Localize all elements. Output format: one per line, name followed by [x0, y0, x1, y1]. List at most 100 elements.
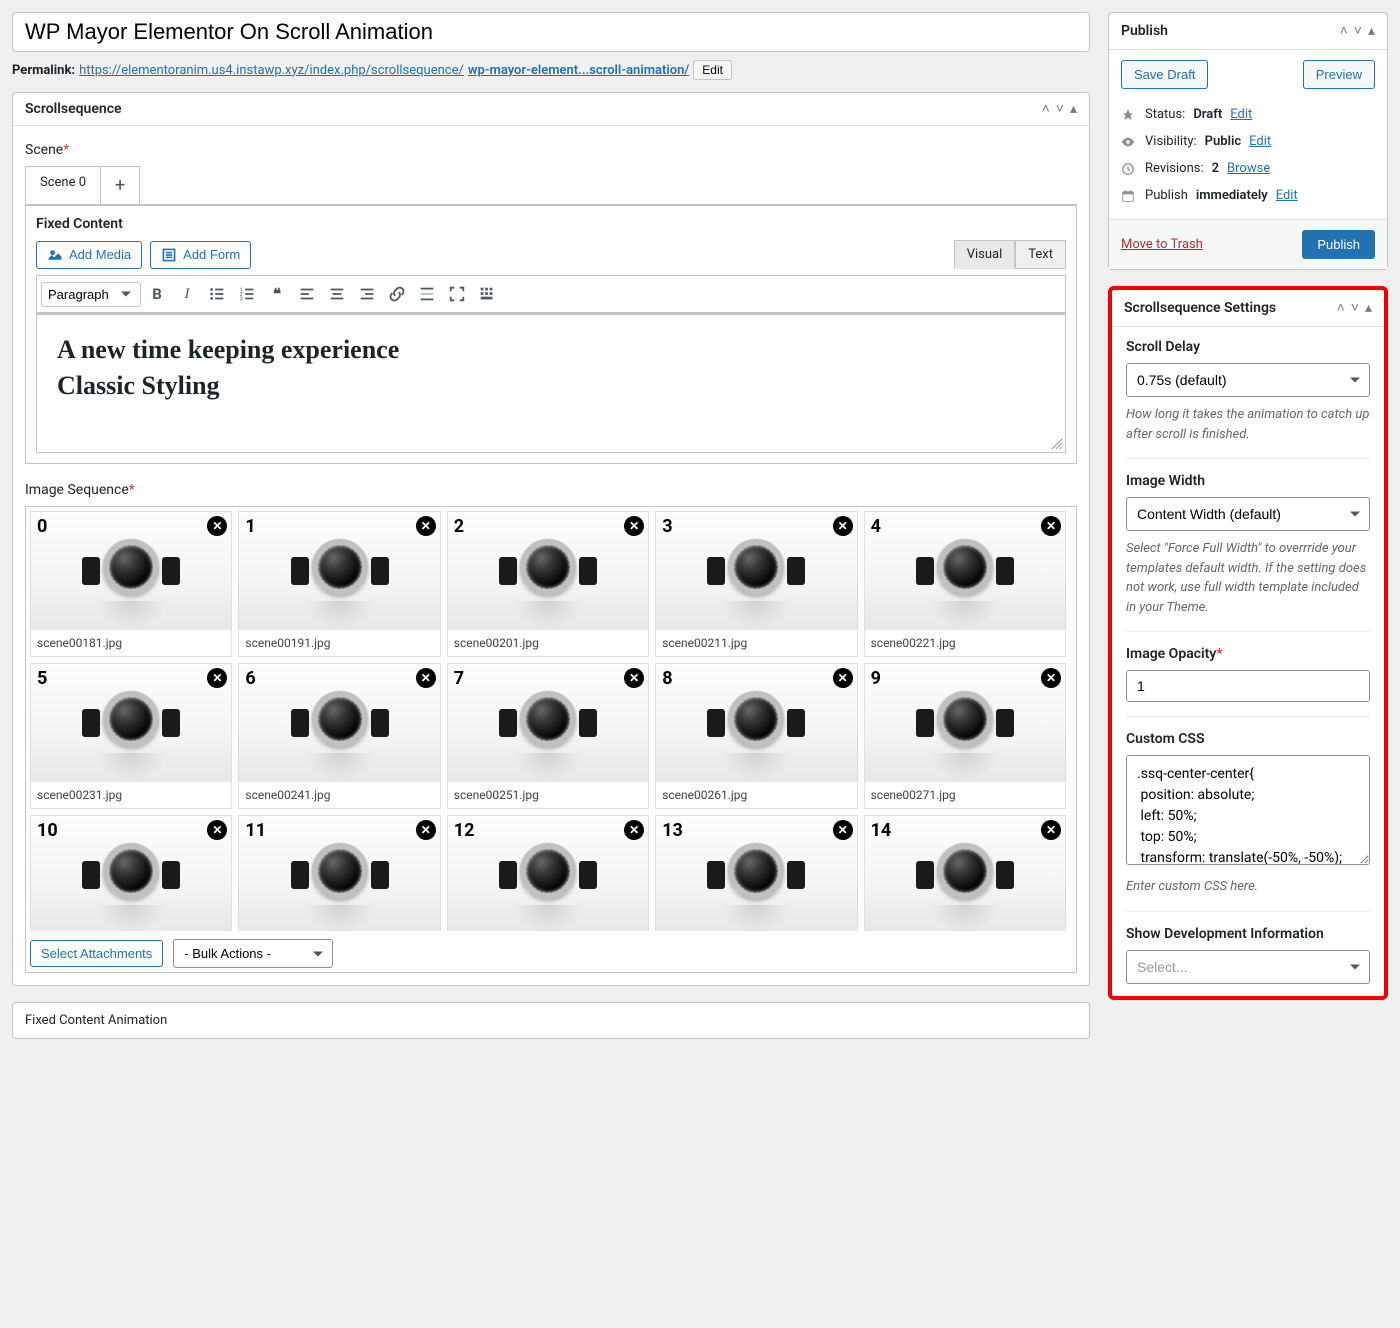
- image-item[interactable]: 8 ✕ scene00261.jpg: [655, 663, 857, 809]
- browse-link[interactable]: Browse: [1227, 161, 1270, 176]
- image-index: 3: [662, 516, 672, 537]
- quote-button[interactable]: ❝: [263, 280, 291, 308]
- remove-image-icon[interactable]: ✕: [624, 516, 644, 536]
- image-sequence-label: Image Sequence: [25, 482, 129, 498]
- remove-image-icon[interactable]: ✕: [833, 668, 853, 688]
- editor-tab-text[interactable]: Text: [1015, 240, 1066, 269]
- image-item[interactable]: 11 ✕: [238, 815, 440, 931]
- format-select[interactable]: Paragraph: [41, 282, 141, 307]
- trash-link[interactable]: Move to Trash: [1121, 237, 1203, 252]
- visibility-edit-link[interactable]: Edit: [1249, 134, 1271, 149]
- image-item[interactable]: 12 ✕: [447, 815, 649, 931]
- publish-date-edit-link[interactable]: Edit: [1276, 188, 1298, 203]
- post-title-input[interactable]: [12, 12, 1090, 52]
- select-attachments-button[interactable]: Select Attachments: [30, 940, 163, 967]
- publish-title: Publish: [1121, 23, 1168, 39]
- permalink-base[interactable]: https://elementoranim.us4.instawp.xyz/in…: [79, 63, 464, 78]
- permalink-slug[interactable]: wp-mayor-element...scroll-animation/: [468, 63, 689, 78]
- image-index: 8: [662, 668, 672, 689]
- move-up-icon[interactable]: ˄: [1337, 301, 1345, 315]
- image-item[interactable]: 5 ✕ scene00231.jpg: [30, 663, 232, 809]
- image-index: 14: [871, 820, 892, 841]
- kitchensink-button[interactable]: [473, 280, 501, 308]
- image-opacity-input[interactable]: [1126, 670, 1370, 702]
- number-list-button[interactable]: 123: [233, 280, 261, 308]
- align-left-button[interactable]: [293, 280, 321, 308]
- tab-scene-0[interactable]: Scene 0: [25, 166, 101, 204]
- image-item[interactable]: 1 ✕ scene00191.jpg: [238, 511, 440, 657]
- remove-image-icon[interactable]: ✕: [1041, 820, 1061, 840]
- image-item[interactable]: 4 ✕ scene00221.jpg: [864, 511, 1066, 657]
- status-value: Draft: [1193, 107, 1222, 122]
- align-right-button[interactable]: [353, 280, 381, 308]
- custom-css-textarea[interactable]: .ssq-center-center{ position: absolute; …: [1126, 755, 1370, 865]
- remove-image-icon[interactable]: ✕: [207, 516, 227, 536]
- move-down-icon[interactable]: ˅: [1354, 24, 1362, 38]
- add-scene-button[interactable]: +: [100, 166, 140, 204]
- remove-image-icon[interactable]: ✕: [416, 820, 436, 840]
- permalink-edit-button[interactable]: Edit: [693, 60, 732, 80]
- scroll-delay-help: How long it takes the animation to catch…: [1126, 405, 1370, 444]
- image-item[interactable]: 3 ✕ scene00211.jpg: [655, 511, 857, 657]
- editor-tab-visual[interactable]: Visual: [954, 240, 1016, 269]
- image-width-select[interactable]: Content Width (default): [1126, 497, 1370, 531]
- remove-image-icon[interactable]: ✕: [1041, 516, 1061, 536]
- add-form-button[interactable]: Add Form: [150, 241, 251, 269]
- remove-image-icon[interactable]: ✕: [207, 820, 227, 840]
- toggle-icon[interactable]: ▴: [1368, 24, 1375, 38]
- toggle-icon[interactable]: ▴: [1070, 102, 1077, 116]
- image-item[interactable]: 7 ✕ scene00251.jpg: [447, 663, 649, 809]
- toggle-icon[interactable]: ▴: [1365, 301, 1372, 315]
- add-media-button[interactable]: Add Media: [36, 241, 142, 269]
- resize-handle-icon[interactable]: [1051, 438, 1063, 450]
- remove-image-icon[interactable]: ✕: [833, 820, 853, 840]
- preview-button[interactable]: Preview: [1303, 60, 1375, 89]
- editor-content[interactable]: A new time keeping experience Classic St…: [36, 313, 1066, 453]
- fixed-content-anim-label: Fixed Content Animation: [25, 1013, 167, 1028]
- image-filename: scene00191.jpg: [239, 630, 439, 656]
- image-item[interactable]: 6 ✕ scene00241.jpg: [238, 663, 440, 809]
- custom-css-help: Enter custom CSS here.: [1126, 877, 1370, 897]
- bulk-actions-select[interactable]: - Bulk Actions -: [173, 939, 333, 968]
- link-button[interactable]: [383, 280, 411, 308]
- publish-button[interactable]: Publish: [1302, 230, 1375, 259]
- status-label: Status:: [1145, 107, 1185, 122]
- image-item[interactable]: 2 ✕ scene00201.jpg: [447, 511, 649, 657]
- bullet-list-button[interactable]: [203, 280, 231, 308]
- move-down-icon[interactable]: ˅: [1351, 301, 1359, 315]
- bold-button[interactable]: B: [143, 280, 171, 308]
- content-heading-2: Classic Styling: [57, 371, 1045, 401]
- remove-image-icon[interactable]: ✕: [416, 516, 436, 536]
- readmore-button[interactable]: [413, 280, 441, 308]
- image-item[interactable]: 9 ✕ scene00271.jpg: [864, 663, 1066, 809]
- align-center-button[interactable]: [323, 280, 351, 308]
- remove-image-icon[interactable]: ✕: [207, 668, 227, 688]
- pin-icon: [1121, 108, 1137, 122]
- image-item[interactable]: 14 ✕: [864, 815, 1066, 931]
- scene-label: Scene: [25, 142, 63, 158]
- scroll-delay-select[interactable]: 0.75s (default): [1126, 363, 1370, 397]
- image-item[interactable]: 10 ✕: [30, 815, 232, 931]
- revisions-count: 2: [1212, 161, 1219, 176]
- required-asterisk: *: [63, 142, 69, 158]
- watch-thumbnail: [295, 835, 385, 915]
- remove-image-icon[interactable]: ✕: [833, 516, 853, 536]
- move-up-icon[interactable]: ˄: [1340, 24, 1348, 38]
- remove-image-icon[interactable]: ✕: [416, 668, 436, 688]
- remove-image-icon[interactable]: ✕: [1041, 668, 1061, 688]
- image-item[interactable]: 0 ✕ scene00181.jpg: [30, 511, 232, 657]
- move-down-icon[interactable]: ˅: [1056, 102, 1064, 116]
- remove-image-icon[interactable]: ✕: [624, 820, 644, 840]
- image-width-help: Select "Force Full Width" to overrride y…: [1126, 539, 1370, 617]
- image-index: 13: [662, 820, 683, 841]
- remove-image-icon[interactable]: ✕: [624, 668, 644, 688]
- watch-thumbnail: [711, 835, 801, 915]
- move-up-icon[interactable]: ˄: [1042, 102, 1050, 116]
- image-index: 7: [454, 668, 464, 689]
- status-edit-link[interactable]: Edit: [1230, 107, 1252, 122]
- fullscreen-button[interactable]: [443, 280, 471, 308]
- save-draft-button[interactable]: Save Draft: [1121, 60, 1208, 89]
- image-item[interactable]: 13 ✕: [655, 815, 857, 931]
- italic-button[interactable]: I: [173, 280, 201, 308]
- show-dev-select[interactable]: Select...: [1126, 950, 1370, 984]
